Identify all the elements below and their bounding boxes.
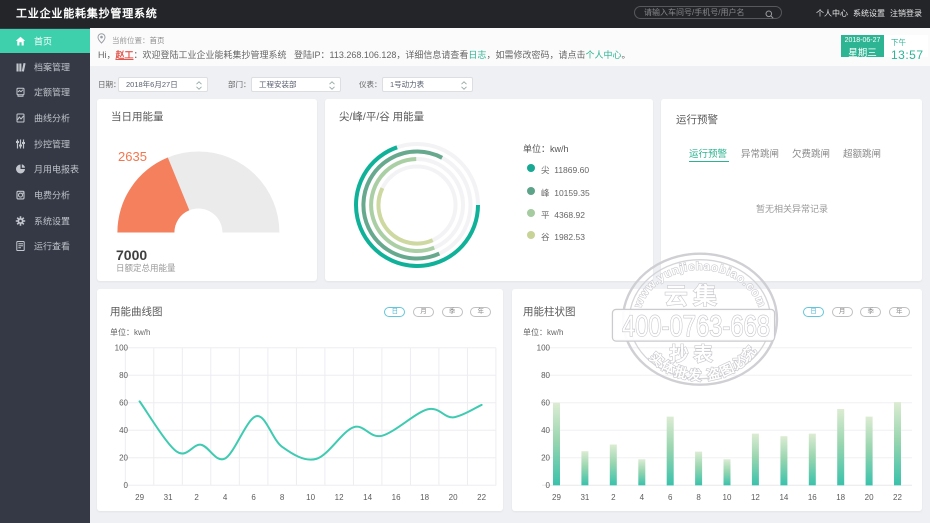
svg-text:400-0763-668: 400-0763-668 bbox=[622, 310, 770, 343]
svg-text:云集: 云集 bbox=[665, 283, 723, 309]
svg-text:抄表: 抄表 bbox=[669, 343, 717, 366]
